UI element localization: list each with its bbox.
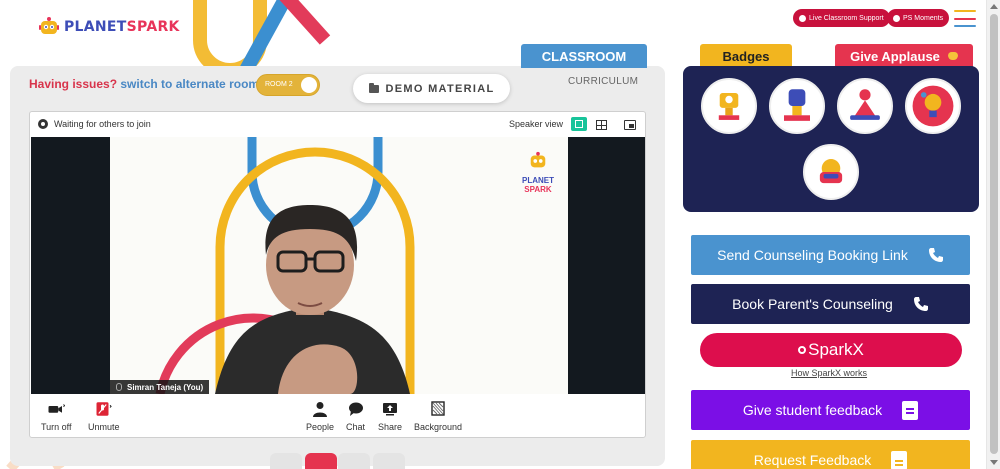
video-controls-bar: Turn off Unmute People Chat Share Backgr… [30,395,645,438]
scrollbar-thumb[interactable] [990,14,998,454]
feed-logo-text-2: SPARK [524,185,552,194]
settings-gear-icon[interactable] [38,119,48,129]
ps-moments-button[interactable]: PS Moments [887,9,950,27]
give-student-feedback-button[interactable]: Give student feedback [691,390,970,430]
background-icon [431,401,445,416]
document-icon [891,450,908,469]
give-applause-button[interactable]: Give Applause [835,44,973,68]
live-classroom-support-button[interactable]: Live Classroom Support [793,9,890,27]
share-screen-icon [383,403,398,416]
fullscreen-control[interactable] [270,453,302,469]
feed-logo-text-1: PLANET [522,176,554,185]
send-counseling-link-button[interactable]: Send Counseling Booking Link [691,235,970,275]
clapping-hand-icon [947,52,958,60]
book-parent-counseling-button[interactable]: Book Parent's Counseling [691,284,970,324]
tab-badges[interactable]: Badges [700,44,792,74]
room-toggle[interactable]: ROOM 2 [256,74,320,96]
planetspark-logo[interactable]: PLANETSPARK [38,16,180,38]
support-dot-icon [799,14,806,22]
tab-classroom[interactable]: CLASSROOM [521,44,647,68]
video-call-frame: Waiting for others to join Speaker view [29,111,646,438]
feed-robot-icon [530,151,546,168]
phone-icon [913,297,928,311]
sparkx-logo-icon [798,346,807,354]
tab-curriculum[interactable]: CURRICULUM [568,76,638,87]
meditation-badge-icon[interactable] [837,78,893,134]
scroll-up-arrow-icon[interactable] [990,4,998,9]
clipboard-icon [902,400,919,420]
lightbulb-idea-badge-icon[interactable] [905,78,961,134]
chat-button[interactable]: Chat [346,401,365,432]
feed-brand-logo: PLANET SPARK [518,151,558,194]
request-feedback-button[interactable]: Request Feedback [691,440,970,469]
page-scrollbar[interactable] [986,0,1000,469]
video-toolbar: Waiting for others to join Speaker view [30,112,645,136]
muted-mic-icon [116,383,122,391]
screen-control[interactable] [338,453,370,469]
sparkx-button[interactable]: SparkX [700,333,962,367]
raised-fist-badge-icon[interactable] [769,78,825,134]
folder-icon [368,82,379,93]
video-camera-icon [48,404,66,413]
participant-video-feed: PLANET SPARK [110,137,568,394]
people-button[interactable]: People [306,401,334,432]
end-call-control[interactable] [305,453,337,469]
picture-in-picture-icon[interactable] [621,117,637,131]
menu-hamburger-icon[interactable] [954,10,976,27]
demo-material-button[interactable]: DEMO MATERIAL [353,74,510,103]
how-sparkx-works-link[interactable]: How SparkX works [791,368,867,378]
muted-microphone-icon [96,402,112,416]
badges-panel [683,66,979,212]
trophy-badge-icon[interactable] [701,78,757,134]
grid-view-icon[interactable] [593,117,609,131]
brand-name: PLANETSPARK [64,19,180,35]
background-button[interactable]: Background [414,401,462,432]
unmute-button[interactable]: Unmute [88,401,120,432]
share-button[interactable]: Share [378,401,402,432]
issues-message: Having issues? switch to alternate room [29,77,260,91]
speaker-view-icon[interactable] [571,117,587,131]
participant-name-tag: Simran Taneja (You) [110,380,210,394]
video-stage: PLANET SPARK Simran Taneja (You) [31,137,645,394]
moments-dot-icon [893,14,900,22]
phone-icon [928,248,943,262]
robot-logo-icon [39,17,59,34]
scroll-down-arrow-icon[interactable] [990,460,998,465]
palette-control[interactable] [373,453,405,469]
people-icon [313,402,328,417]
view-mode-label: Speaker view [509,119,564,129]
switch-room-link[interactable]: switch to alternate room [120,77,259,91]
call-status-text: Waiting for others to join [54,119,151,129]
toggle-knob [301,77,317,93]
participant-video-image [155,137,415,394]
turn-off-video-button[interactable]: Turn off [41,401,72,432]
robot-helmet-badge-icon[interactable] [803,144,859,200]
chat-icon [348,402,363,416]
